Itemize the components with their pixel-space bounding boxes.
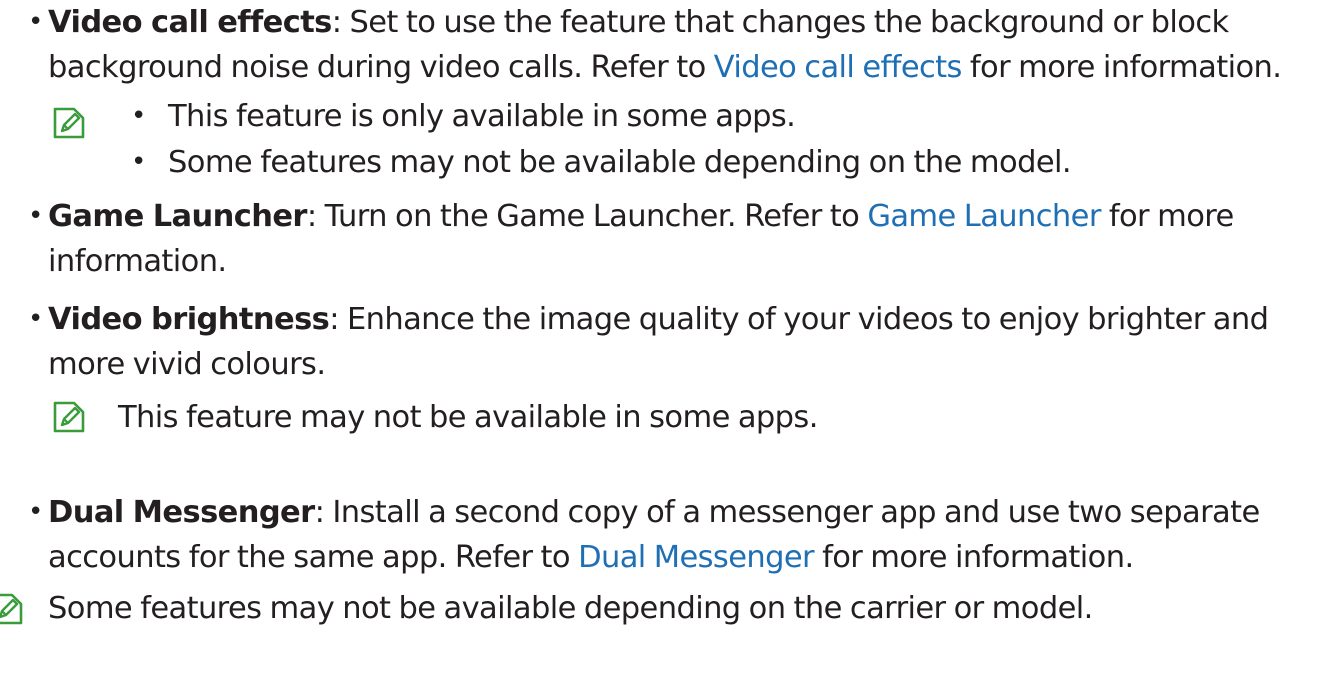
bullet-dot: • bbox=[28, 304, 43, 334]
note-pencil-icon bbox=[52, 106, 86, 140]
note-text: Some features may not be available depen… bbox=[168, 145, 1072, 180]
term-label: Dual Messenger bbox=[48, 495, 315, 530]
bullet-dot: • bbox=[131, 147, 147, 177]
term-label: Video brightness bbox=[48, 302, 330, 337]
note-pencil-icon bbox=[0, 592, 24, 626]
game-launcher-link[interactable]: Game Launcher bbox=[867, 199, 1101, 234]
bullet-dot: • bbox=[131, 101, 147, 131]
note-text: This feature may not be available in som… bbox=[118, 400, 818, 435]
video-call-effects-link[interactable]: Video call effects bbox=[714, 50, 963, 85]
note-text: This feature is only available in some a… bbox=[168, 99, 796, 134]
list-item-video-brightness: • Video brightness: Enhance the image qu… bbox=[28, 297, 1338, 387]
bullet-dot: • bbox=[28, 7, 43, 37]
term-label: Video call effects bbox=[48, 5, 332, 40]
list-item-video-call-effects: • Video call effects: Set to use the fea… bbox=[28, 0, 1338, 90]
bullet-dot: • bbox=[28, 201, 43, 231]
note-pencil-icon bbox=[52, 400, 86, 434]
term-label: Game Launcher bbox=[48, 199, 307, 234]
item-description: : Turn on the Game Launcher. Refer to bbox=[306, 199, 868, 234]
final-note-text: Some features may not be available depen… bbox=[48, 591, 1093, 626]
list-item-dual-messenger: • Dual Messenger: Install a second copy … bbox=[28, 490, 1338, 580]
list-item-game-launcher: • Game Launcher: Turn on the Game Launch… bbox=[28, 194, 1338, 284]
document-page: • Video call effects: Set to use the fea… bbox=[0, 0, 1344, 679]
item-description-end: for more information. bbox=[813, 540, 1134, 575]
bullet-dot: • bbox=[28, 497, 43, 527]
dual-messenger-link[interactable]: Dual Messenger bbox=[578, 540, 815, 575]
item-description-end: for more information. bbox=[961, 50, 1282, 85]
